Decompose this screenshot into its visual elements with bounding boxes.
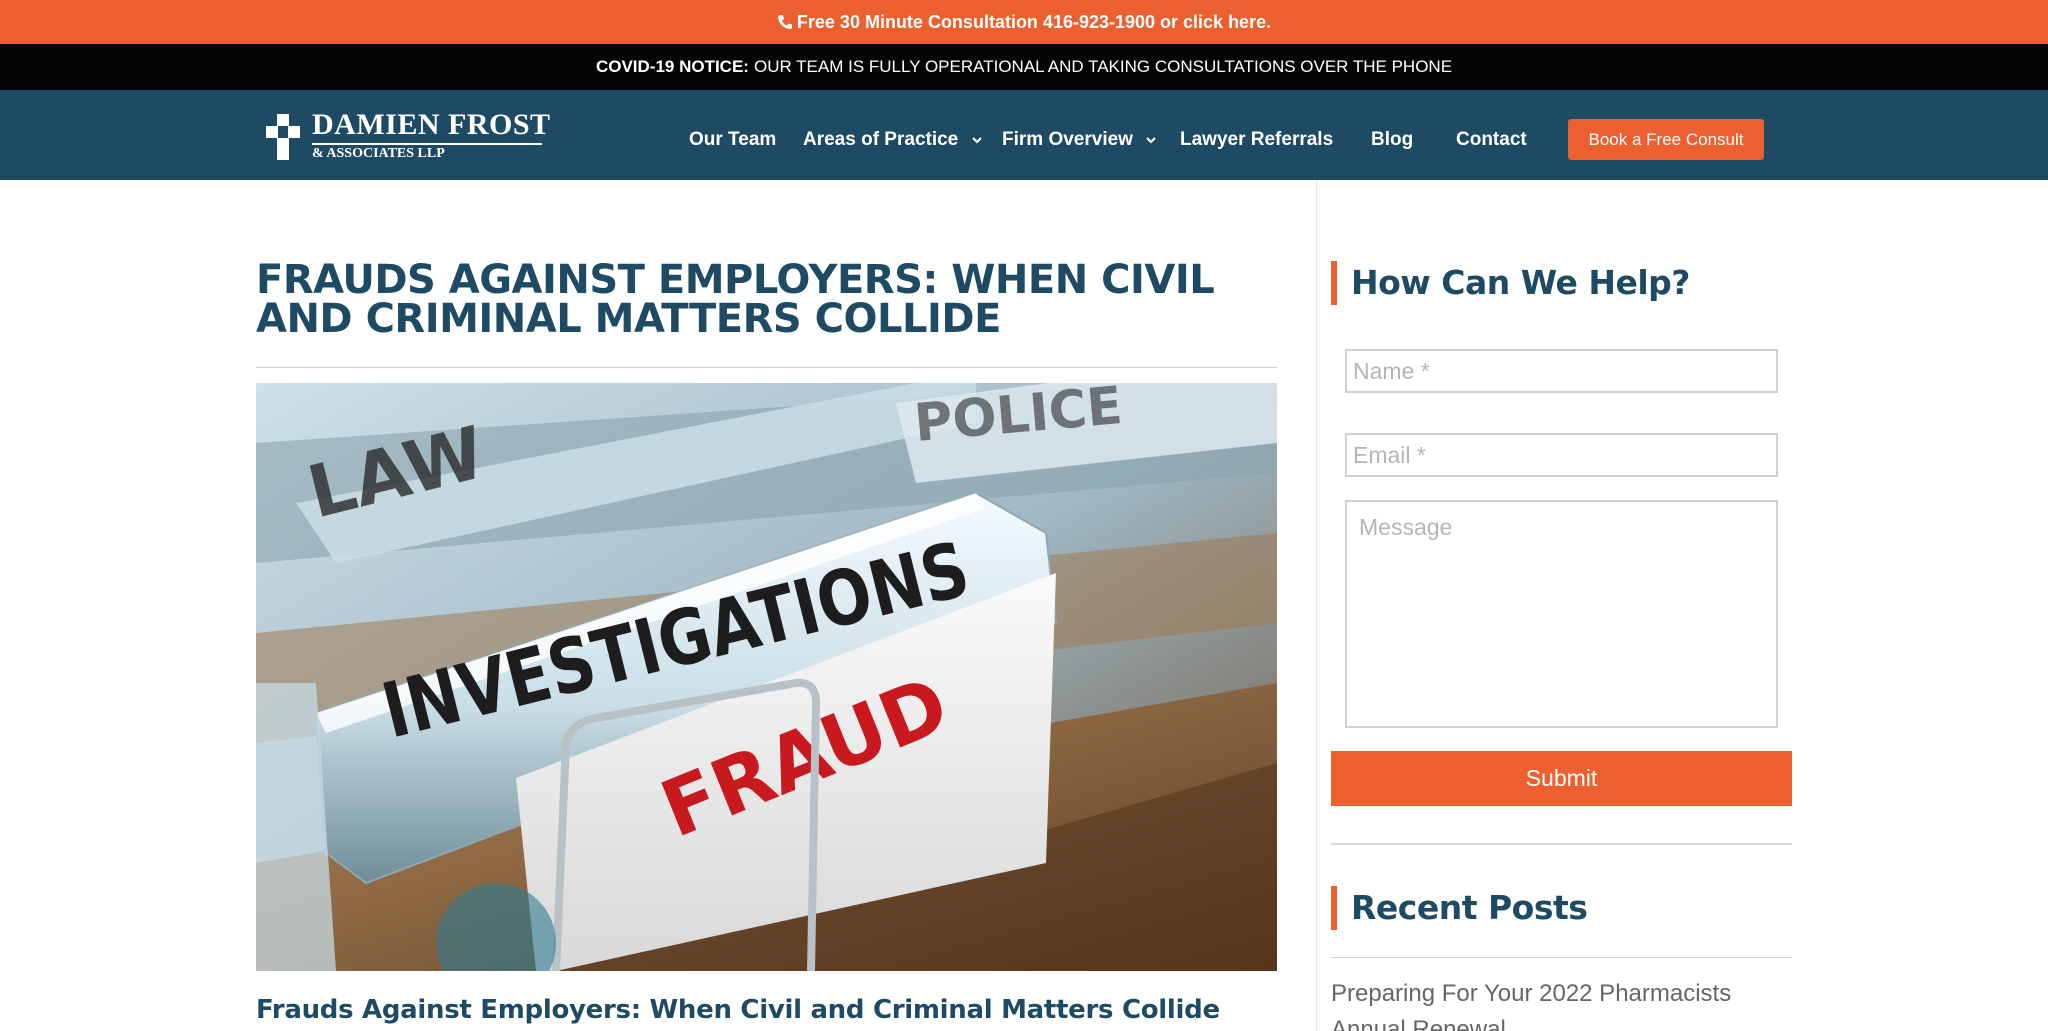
investigations-fraud-folders-image: LAW POLICE INVESTIGATIONS FRAUD <box>256 383 1277 971</box>
phone-icon <box>777 15 792 29</box>
recent-post-link[interactable]: Preparing For Your 2022 Pharmacists Annu… <box>1331 976 1792 1031</box>
help-widget-title: How Can We Help? <box>1351 263 1690 302</box>
content-sidebar-divider <box>1316 180 1317 1031</box>
consultation-text[interactable]: Free 30 Minute Consultation 416-923-1900… <box>797 12 1271 33</box>
logo-rule <box>312 143 542 145</box>
help-widget-heading: How Can We Help? <box>1331 261 1691 305</box>
name-field[interactable]: Name * <box>1345 349 1778 393</box>
message-field[interactable]: Message <box>1345 500 1778 728</box>
nav-firm-overview-label: Firm Overview <box>1002 129 1133 150</box>
chevron-down-icon <box>1146 137 1156 144</box>
logo-subname: & ASSOCIATES LLP <box>312 146 445 161</box>
post-featured-image: LAW POLICE INVESTIGATIONS FRAUD <box>256 383 1277 971</box>
site-logo[interactable]: DAMIEN FROST & ASSOCIATES LLP <box>266 108 551 161</box>
message-placeholder: Message <box>1359 514 1453 540</box>
logo-checker-icon <box>266 114 300 160</box>
sidebar-divider <box>1331 843 1792 845</box>
post-title: FRAUDS AGAINST EMPLOYERS: WHEN CIVIL AND… <box>256 257 1215 342</box>
email-field[interactable]: Email * <box>1345 433 1778 477</box>
nav-lawyer-referrals[interactable]: Lawyer Referrals <box>1180 129 1333 151</box>
site-header: DAMIEN FROST & ASSOCIATES LLP Our Team A… <box>0 90 2048 180</box>
nav-areas-of-practice-label: Areas of Practice <box>803 129 959 150</box>
nav-firm-overview[interactable]: Firm Overview <box>1002 129 1156 151</box>
recent-posts-divider <box>1331 957 1792 958</box>
heading-accent-bar <box>1331 261 1337 305</box>
email-placeholder: Email * <box>1353 441 1426 468</box>
nav-our-team[interactable]: Our Team <box>689 129 776 151</box>
covid-notice-text: OUR TEAM IS FULLY OPERATIONAL AND TAKING… <box>753 57 1453 76</box>
chevron-down-icon <box>971 137 982 144</box>
nav-blog[interactable]: Blog <box>1371 129 1413 151</box>
logo-name: DAMIEN FROST <box>312 108 551 141</box>
name-placeholder: Name * <box>1353 357 1430 384</box>
nav-areas-of-practice[interactable]: Areas of Practice <box>803 129 982 151</box>
nav-contact[interactable]: Contact <box>1456 129 1527 151</box>
covid-notice-bar: COVID-19 NOTICE: OUR TEAM IS FULLY OPERA… <box>0 44 2048 90</box>
submit-button[interactable]: Submit <box>1331 751 1792 806</box>
recent-posts-title: Recent Posts <box>1351 888 1588 927</box>
covid-notice-label: COVID-19 NOTICE: <box>595 57 749 76</box>
title-divider <box>256 367 1277 368</box>
recent-posts-heading: Recent Posts <box>1331 886 1691 930</box>
book-consult-button[interactable]: Book a Free Consult <box>1568 119 1764 160</box>
heading-accent-bar <box>1331 886 1337 930</box>
consultation-bar[interactable]: Free 30 Minute Consultation 416-923-1900… <box>0 0 2048 44</box>
post-subtitle[interactable]: Frauds Against Employers: When Civil and… <box>256 995 1220 1025</box>
